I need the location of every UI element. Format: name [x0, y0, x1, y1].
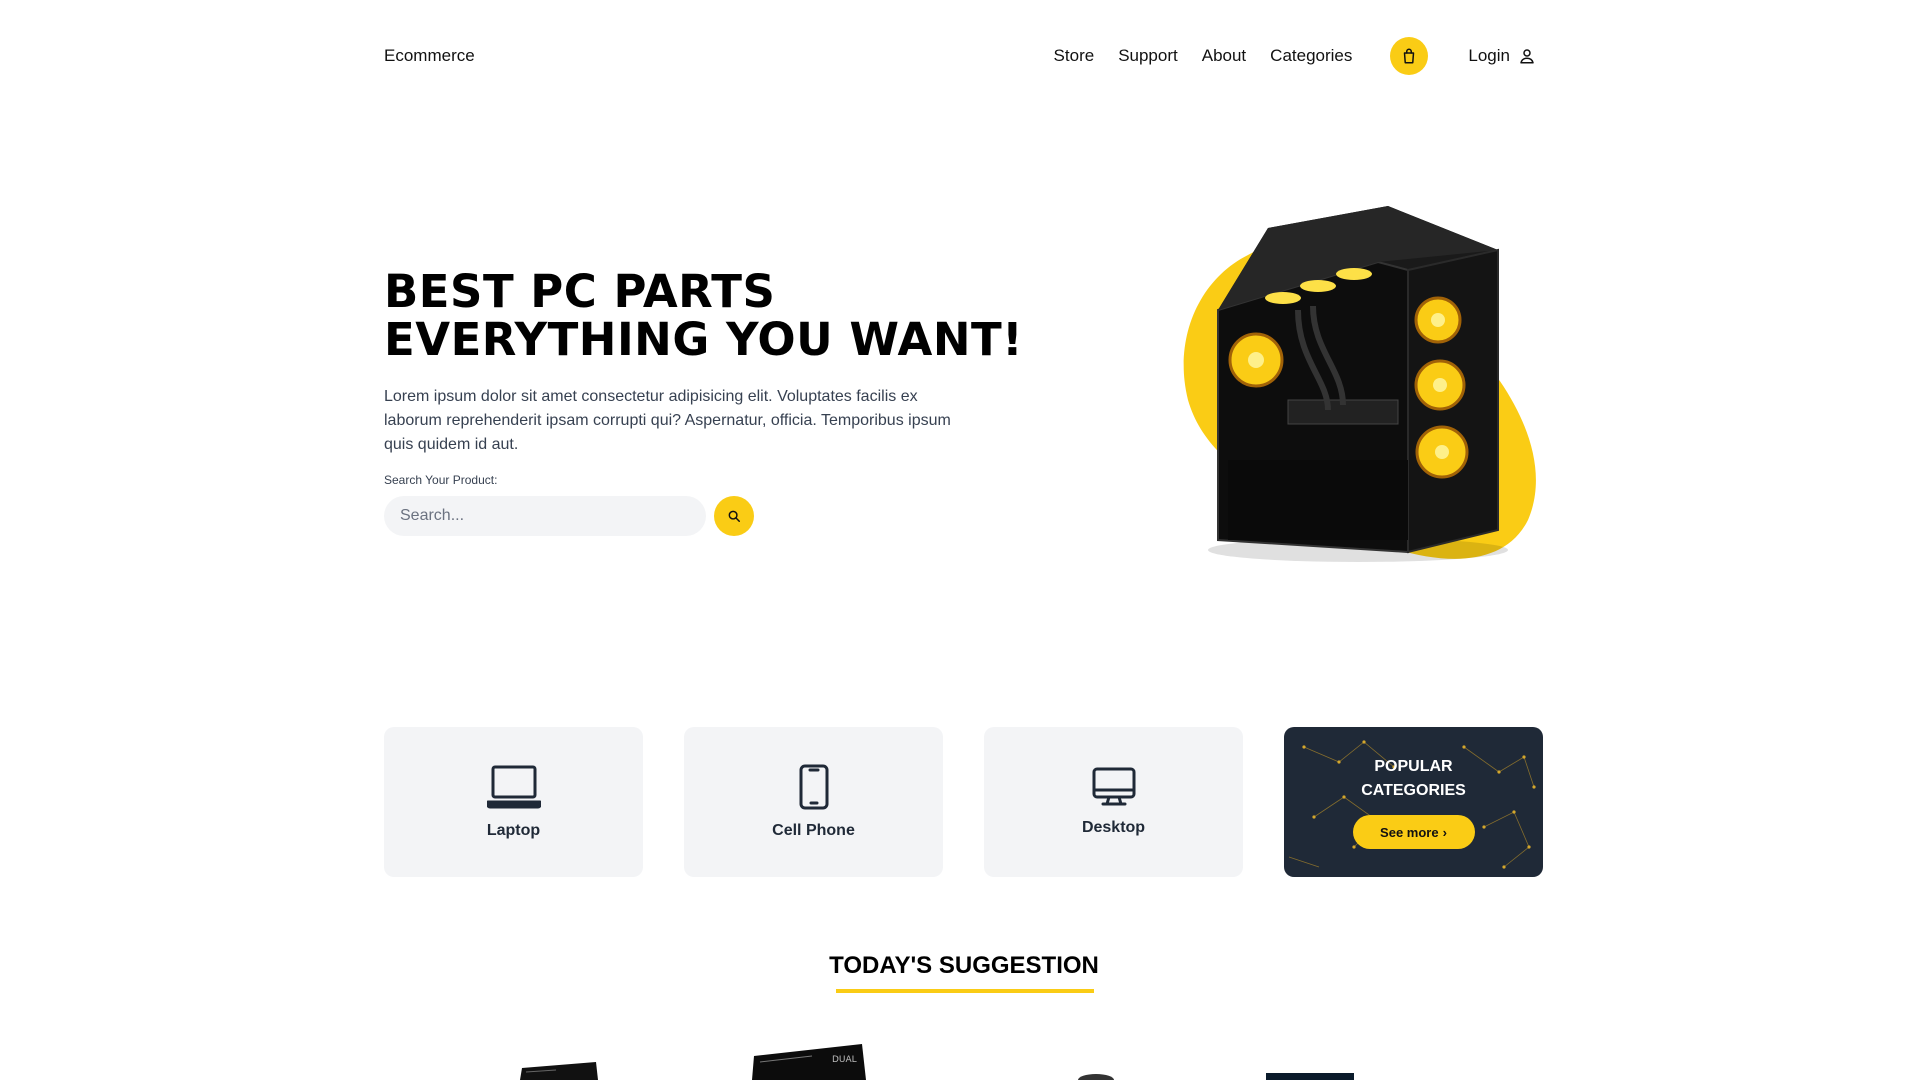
search-label: Search Your Product: — [384, 473, 498, 487]
nav-link-store[interactable]: Store — [1054, 46, 1095, 66]
nav-link-support[interactable]: Support — [1118, 46, 1178, 66]
brand-logo-text[interactable]: Ecommerce — [384, 46, 475, 66]
login-label: Login — [1468, 46, 1510, 65]
product-thumb-1[interactable] — [516, 1060, 602, 1080]
shopping-bag-icon — [1404, 48, 1415, 64]
section-title-todays-suggestion: TODAY'S SUGGESTION — [829, 952, 1099, 979]
section-title-underline — [836, 989, 1094, 993]
laptop-icon — [486, 765, 541, 809]
nav-link-categories[interactable]: Categories — [1270, 46, 1352, 66]
cart-button[interactable] — [1390, 37, 1429, 75]
hero-title-line-1: BEST PC PARTS — [384, 265, 776, 318]
see-more-button[interactable]: See more › — [1352, 815, 1475, 849]
category-card-cell-phone[interactable]: Cell Phone — [684, 727, 943, 877]
login-button[interactable]: Login — [1468, 46, 1536, 66]
hero-pc-case-image — [1183, 206, 1536, 562]
desktop-icon — [1092, 767, 1135, 806]
category-cards: Laptop Cell Phone Desktop POPULAR CATEGO… — [384, 727, 1544, 877]
product-thumb-3[interactable] — [1076, 1072, 1116, 1080]
product-thumb-4[interactable] — [1266, 1073, 1356, 1080]
search-icon — [728, 510, 740, 522]
hero-title-line-2: EVERYTHING YOU WANT! — [384, 313, 1024, 366]
hero-description: Lorem ipsum dolor sit amet consectetur a… — [384, 388, 951, 453]
hero-title: BEST PC PARTS EVERYTHING YOU WANT! — [384, 268, 1064, 364]
category-label-cell-phone: Cell Phone — [772, 822, 855, 839]
svg-text:DUAL: DUAL — [832, 1055, 857, 1065]
chevron-right-icon: › — [1442, 824, 1447, 840]
search-input[interactable] — [384, 496, 706, 536]
nav-link-about[interactable]: About — [1202, 46, 1246, 66]
user-icon — [1520, 49, 1534, 64]
category-card-laptop[interactable]: Laptop — [384, 727, 643, 877]
category-label-desktop: Desktop — [1081, 819, 1146, 836]
product-thumb-2[interactable]: DUAL — [752, 1042, 868, 1080]
search-button[interactable] — [714, 496, 754, 536]
popular-categories-card: POPULAR CATEGORIES See more › — [1284, 727, 1543, 877]
nav-links: Store Support About Categories Login — [1054, 37, 1536, 75]
popular-categories-title: POPULAR CATEGORIES — [1361, 758, 1466, 799]
see-more-label: See more — [1380, 824, 1439, 840]
cell-phone-icon — [799, 764, 828, 810]
top-navbar: Ecommerce Store Support About Categories… — [384, 36, 1536, 76]
category-label-laptop: Laptop — [486, 822, 541, 839]
category-card-desktop[interactable]: Desktop — [984, 727, 1243, 877]
